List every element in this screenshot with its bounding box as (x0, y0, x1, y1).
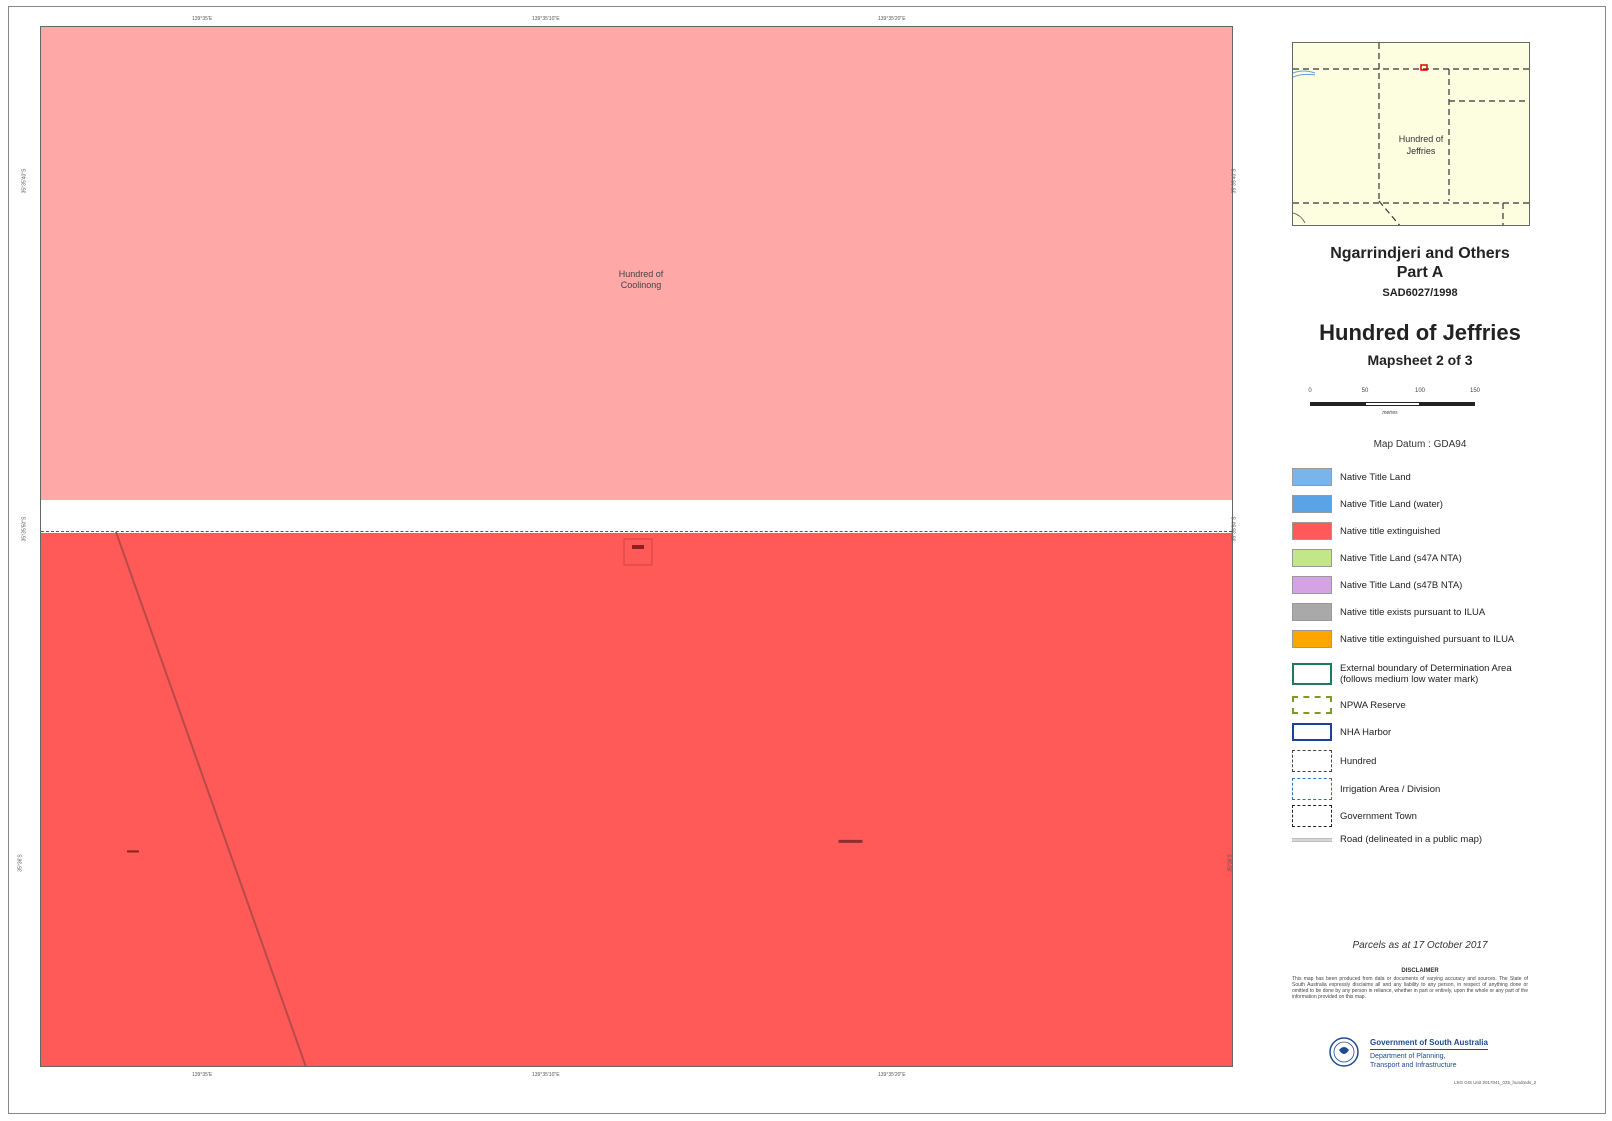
legend-label: Native Title Land (s47B NTA) (1340, 579, 1463, 591)
legend-label-line2: (follows medium low water mark) (1340, 674, 1479, 685)
coord-top: 139°35'10"E (532, 16, 560, 22)
coord-right: 35°35'50"S (1231, 516, 1238, 542)
legend-item-s47b: Native Title Land (s47B NTA) (1292, 576, 1462, 594)
legend-label: Native title extinguished (1340, 525, 1441, 537)
legend-swatch (1292, 630, 1332, 648)
case-number: SAD6027/1998 (1382, 287, 1458, 299)
scale-bar: 0 50 100 150 metres (1308, 388, 1510, 418)
locator-inset-map[interactable]: Hundred of Jeffries (1292, 42, 1530, 226)
inset-label-line2: Jeffries (1406, 146, 1436, 156)
disclaimer-title: DISCLAIMER (1401, 968, 1439, 974)
legend-swatch (1292, 750, 1332, 772)
legend-swatch (1292, 805, 1332, 827)
scale-segment (1365, 402, 1420, 406)
legend-item-npwa-reserve: NPWA Reserve (1292, 696, 1406, 714)
legend-swatch (1292, 696, 1332, 714)
coord-top: 139°35'20"E (878, 16, 906, 22)
legend-item-government-town: Government Town (1292, 805, 1417, 827)
legend-label: External boundary of Determination Area … (1340, 663, 1512, 685)
department-name: Department of Planning, Transport and In… (1370, 1052, 1490, 1070)
legend-swatch (1292, 522, 1332, 540)
main-map[interactable]: Hundred of Coolinong (40, 26, 1233, 1067)
legend-item-nha-harbor: NHA Harbor (1292, 723, 1391, 741)
legend-label-line1: External boundary of Determination Area (1340, 663, 1512, 674)
legend-item-native-title-extinguished: Native title extinguished (1292, 522, 1440, 540)
legend-label: Native Title Land (1340, 471, 1411, 483)
legend-label: Government Town (1340, 810, 1417, 822)
legend-swatch (1292, 778, 1332, 800)
coord-bottom: 139°35'E (192, 1072, 213, 1078)
hundred-title: Hundred of Jeffries (1319, 320, 1521, 345)
legend-label: Irrigation Area / Division (1340, 783, 1441, 795)
legend-item-ilua-extinguished: Native title extinguished pursuant to IL… (1292, 630, 1514, 648)
legend-item-irrigation: Irrigation Area / Division (1292, 778, 1440, 800)
scale-tick: 100 (1414, 388, 1426, 394)
government-name: Government of South Australia (1370, 1038, 1488, 1050)
hundred-label-line2: Coolinong (620, 280, 662, 290)
hundred-label: Hundred of Coolinong (581, 269, 701, 291)
legend-item-s47a: Native Title Land (s47A NTA) (1292, 549, 1462, 567)
legend-item-road: Road (delineated in a public map) (1292, 834, 1482, 845)
current-extent-marker (1420, 64, 1428, 71)
determination-part: Part A (1396, 264, 1444, 281)
legend-item-native-title-water: Native Title Land (water) (1292, 495, 1443, 513)
legend-item-ilua-exists: Native title exists pursuant to ILUA (1292, 603, 1485, 621)
mapsheet-number: Mapsheet 2 of 3 (1367, 352, 1473, 368)
small-parcel (623, 538, 653, 566)
legend-item-native-title-land: Native Title Land (1292, 468, 1411, 486)
legend-swatch (1292, 837, 1332, 842)
disclaimer-text: This map has been produced from data or … (1292, 976, 1528, 1000)
parcel-marker (632, 545, 644, 549)
legend-swatch (1292, 495, 1332, 513)
legend-swatch (1292, 468, 1332, 486)
legend-panel: Hundred of Jeffries Ngarrindjeri and Oth… (1270, 26, 1570, 1096)
legend-item-external-boundary: External boundary of Determination Area … (1292, 663, 1512, 685)
legend-swatch (1292, 663, 1332, 685)
determination-title: Ngarrindjeri and Others (1330, 245, 1510, 262)
map-datum: Map Datum : GDA94 (1373, 439, 1467, 450)
government-crest-icon (1329, 1037, 1359, 1067)
legend-label: Hundred (1340, 755, 1377, 767)
scale-segment (1420, 402, 1475, 406)
coord-bottom: 139°35'10"E (532, 1072, 560, 1078)
legend-label: Native title extinguished pursuant to IL… (1340, 633, 1515, 645)
coord-left: 35°35'50"S (21, 516, 28, 542)
coord-left: 35°35'40"S (21, 168, 28, 194)
file-reference: LSG GIS Unit 2017041_025_hundreds_2 (1454, 1080, 1537, 1085)
legend-label: Native Title Land (water) (1340, 498, 1443, 510)
legend-swatch (1292, 549, 1332, 567)
map-features (115, 531, 863, 1066)
inset-label-line1: Hundred of (1398, 134, 1444, 144)
parcels-date: Parcels as at 17 October 2017 (1352, 940, 1488, 951)
coord-right: 35°35'40"S (1231, 168, 1238, 194)
department-line2: Transport and Infrastructure (1370, 1062, 1457, 1069)
legend-swatch (1292, 603, 1332, 621)
road-line (115, 531, 307, 1066)
coord-left: 35°36'S (17, 854, 24, 872)
legend-item-hundred: Hundred (1292, 750, 1376, 772)
title-block: Ngarrindjeri and Others Part A SAD6027/1… (1270, 244, 1570, 368)
coord-bottom: 139°35'20"E (878, 1072, 906, 1078)
legend-label: Native title exists pursuant to ILUA (1340, 606, 1486, 618)
coord-top: 139°35'E (192, 16, 213, 22)
scale-tick: 50 (1361, 388, 1369, 394)
department-line1: Department of Planning, (1370, 1053, 1446, 1060)
scale-tick: 0 (1308, 388, 1312, 394)
scale-segment (1310, 402, 1365, 406)
legend-label: NHA Harbor (1340, 726, 1392, 738)
legend-swatch (1292, 576, 1332, 594)
legend-label: NPWA Reserve (1340, 699, 1406, 711)
inset-label: Hundred of Jeffries (1381, 133, 1461, 157)
legend-swatch (1292, 723, 1332, 741)
coord-right: 35°36'S (1227, 854, 1234, 872)
legend-label: Road (delineated in a public map) (1340, 834, 1483, 845)
scale-tick: 150 (1469, 388, 1481, 394)
scale-unit: metres (1382, 410, 1398, 416)
hundred-label-line1: Hundred of (618, 269, 664, 279)
legend-label: Native Title Land (s47A NTA) (1340, 552, 1462, 564)
